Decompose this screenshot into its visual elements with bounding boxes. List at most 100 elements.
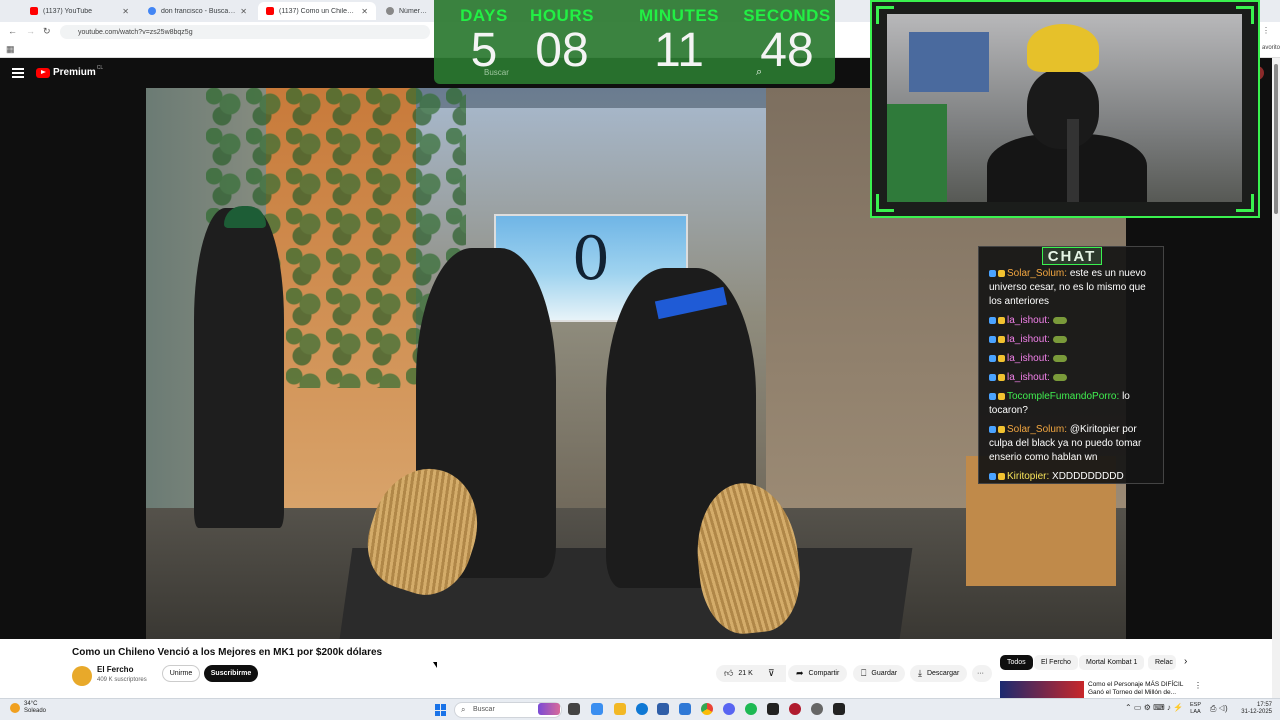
youtube-logo[interactable]: Premium CL: [36, 65, 103, 78]
recommended-video-title[interactable]: Como el Personaje MÁS DIFÍCIL Ganó el To…: [1088, 681, 1193, 697]
like-count: 21 K: [738, 670, 753, 677]
countdown-seconds: SECONDS 48: [737, 6, 837, 76]
chat-title: CHAT: [1042, 247, 1102, 265]
chat-message: la_ishout:: [989, 333, 1159, 347]
tab-label: don francisco - Buscar con Goo: [161, 7, 237, 15]
chevron-right-icon[interactable]: ›: [1184, 656, 1187, 667]
close-tab-icon[interactable]: ✕: [118, 7, 129, 16]
browser-tab[interactable]: (1137) YouTube ✕: [22, 2, 137, 20]
system-tray-icons[interactable]: ⌃ ▭ ⚙ ⌨ ♪ ⚡: [1125, 703, 1183, 712]
youtube-play-icon: [36, 67, 50, 78]
bookmarks-folder-label[interactable]: avoritos: [1262, 45, 1280, 51]
folder-icon[interactable]: [614, 703, 626, 715]
chat-emote-icon: [1052, 335, 1067, 343]
chat-badge-icon: [998, 317, 1005, 324]
widget-art-icon[interactable]: [538, 703, 560, 715]
chat-badge-icon: [998, 355, 1005, 362]
edge-browser-icon[interactable]: [636, 703, 648, 715]
subscribe-button[interactable]: Suscribirme: [204, 665, 258, 682]
chat-message: Solar_Solum: @Kiritopier por culpa del b…: [989, 423, 1159, 465]
chat-badge-icon: [989, 355, 996, 362]
chip-el-fercho[interactable]: El Fercho: [1034, 655, 1078, 670]
page-scrollbar[interactable]: [1272, 58, 1280, 698]
windows-start-icon[interactable]: [435, 704, 447, 716]
frame-corner: [1236, 194, 1254, 212]
mail-icon[interactable]: [679, 703, 691, 715]
webcam-microphone: [1067, 119, 1079, 202]
chip-todos[interactable]: Todos: [1000, 655, 1033, 670]
close-tab-icon[interactable]: ✕: [357, 7, 368, 16]
app-icon[interactable]: [833, 703, 845, 715]
terminal-icon[interactable]: [767, 703, 779, 715]
discord-icon[interactable]: [723, 703, 735, 715]
network-icon[interactable]: ⎙ ◁): [1210, 704, 1228, 714]
chat-username[interactable]: Solar_Solum:: [1007, 424, 1067, 435]
reload-icon[interactable]: ↻: [43, 26, 51, 37]
input-language[interactable]: ESP LAA: [1190, 702, 1201, 716]
language-code: ESP: [1190, 702, 1202, 708]
chrome-icon[interactable]: [701, 703, 713, 715]
chat-message: la_ishout:: [989, 352, 1159, 366]
join-button[interactable]: Unirme: [162, 665, 200, 682]
chat-username[interactable]: la_ishout:: [1007, 372, 1050, 383]
share-button[interactable]: ➦ Compartir: [788, 665, 848, 682]
temperature: 34°C: [24, 701, 38, 707]
app-icon[interactable]: [591, 703, 603, 715]
back-arrow-icon[interactable]: ←: [8, 26, 17, 36]
countdown-value: 08: [535, 24, 589, 77]
chat-message: TocompleFumandoPorro: lo tocaron?: [989, 390, 1159, 418]
more-actions-button[interactable]: ···: [972, 665, 992, 682]
more-menu-icon[interactable]: ⋮: [1262, 26, 1270, 35]
chat-overlay: CHAT Solar_Solum: este es un nuevo unive…: [978, 246, 1164, 484]
chat-username[interactable]: Kiritopier:: [1007, 471, 1049, 482]
apps-grid-icon[interactable]: ▦: [6, 44, 15, 55]
chip-related[interactable]: Relac: [1148, 655, 1176, 670]
taskbar-clock[interactable]: 17:57 31-12-2025: [1236, 702, 1272, 716]
url-field[interactable]: youtube.com/watch?v=zs25w8bqz5g: [60, 25, 430, 39]
app-icon[interactable]: [811, 703, 823, 715]
obs-icon[interactable]: [789, 703, 801, 715]
frame-corner: [876, 194, 894, 212]
more-vertical-icon[interactable]: ⋮: [1194, 681, 1202, 690]
chat-message-list: Solar_Solum: este es un nuevo universo c…: [989, 267, 1159, 489]
chat-username[interactable]: la_ishout:: [1007, 334, 1050, 345]
webcam-green-wall: [887, 104, 947, 202]
chip-mortal-kombat[interactable]: Mortal Kombat 1: [1079, 655, 1145, 670]
close-tab-icon[interactable]: ✕: [236, 7, 247, 16]
browser-tab[interactable]: don francisco - Buscar con Goo ✕: [140, 2, 255, 20]
dislike-button[interactable]: ⊽: [760, 665, 786, 682]
save-button[interactable]: ⎕ Guardar: [853, 665, 906, 682]
windows-taskbar: 34°C Soleado ⌕ Buscar ⌃ ▭ ⚙ ⌨ ♪ ⚡ ESP LA…: [0, 698, 1280, 720]
tab-label: Número al azar: [399, 7, 430, 15]
webcam-streamer-head: [1027, 69, 1099, 149]
store-icon[interactable]: [657, 703, 669, 715]
chat-username[interactable]: Solar_Solum:: [1007, 268, 1067, 279]
forward-arrow-icon[interactable]: →: [26, 26, 35, 36]
share-arrow-icon: ➦: [796, 668, 804, 678]
browser-tab[interactable]: Número al azar: [378, 2, 438, 20]
menu-hamburger-icon[interactable]: [12, 68, 24, 80]
file-explorer-icon[interactable]: [568, 703, 580, 715]
scene-cameraman: [194, 208, 284, 528]
chat-username[interactable]: la_ishout:: [1007, 353, 1050, 364]
screen: (1137) YouTube ✕ don francisco - Buscar …: [0, 0, 1280, 720]
channel-name[interactable]: El Fercho: [97, 665, 133, 674]
weather-widget[interactable]: 34°C Soleado: [10, 701, 46, 715]
countdown-label: MINUTES: [639, 6, 719, 25]
browser-tab-active[interactable]: (1137) Como un Chileno Ve ✕: [258, 2, 376, 20]
download-button[interactable]: ⤓ Descargar: [910, 665, 968, 682]
chat-badge-icon: [998, 393, 1005, 400]
recommended-video-thumbnail[interactable]: [1000, 681, 1084, 698]
channel-avatar[interactable]: [72, 666, 92, 686]
scrollbar-thumb[interactable]: [1274, 64, 1278, 214]
webcam-overlay: [870, 0, 1260, 218]
frame-corner: [1236, 6, 1254, 24]
chat-username[interactable]: TocompleFumandoPorro:: [1007, 391, 1119, 402]
spotify-icon[interactable]: [745, 703, 757, 715]
thumbs-up-icon: 👍︎: [724, 668, 734, 678]
weather-condition: Soleado: [24, 708, 47, 714]
clock-date: 31-12-2025: [1241, 709, 1272, 715]
webcam-wall-picture: [909, 32, 989, 92]
search-icon: ⌕: [461, 705, 466, 714]
chat-username[interactable]: la_ishout:: [1007, 315, 1050, 326]
